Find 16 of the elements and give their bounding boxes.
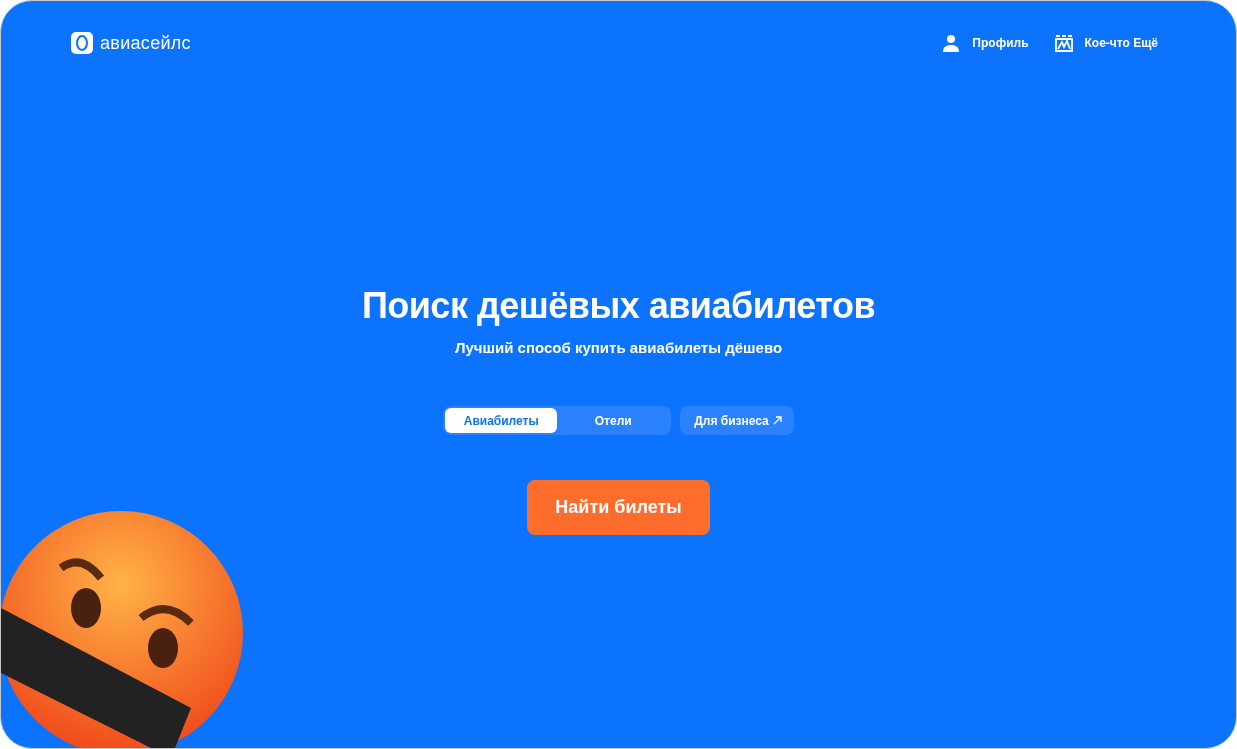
tab[interactable]: Отели bbox=[557, 408, 670, 433]
business-label: Для бизнеса bbox=[694, 413, 769, 428]
person-icon bbox=[942, 34, 961, 52]
logo-icon bbox=[70, 31, 94, 55]
tab[interactable]: Авиабилеты bbox=[445, 408, 558, 433]
search-button[interactable]: Найти билеты bbox=[527, 480, 710, 535]
nav-link[interactable]: Профиль bbox=[942, 34, 1029, 52]
nav-link[interactable]: Кое-что Ещё bbox=[1054, 34, 1158, 52]
nav-label: Кое-что Ещё bbox=[1084, 36, 1158, 50]
hero-title: Поиск дешёвых авиабилетов bbox=[361, 285, 876, 327]
chart-icon bbox=[1054, 34, 1073, 52]
nav-label: Профиль bbox=[972, 36, 1029, 50]
business-link[interactable]: Для бизнеса bbox=[680, 406, 794, 435]
logo-text[interactable]: авиасейлс bbox=[100, 32, 191, 54]
hero-subtitle: Лучший способ купить авиабилеты дёшево bbox=[454, 339, 783, 356]
arrow-icon bbox=[772, 416, 782, 425]
